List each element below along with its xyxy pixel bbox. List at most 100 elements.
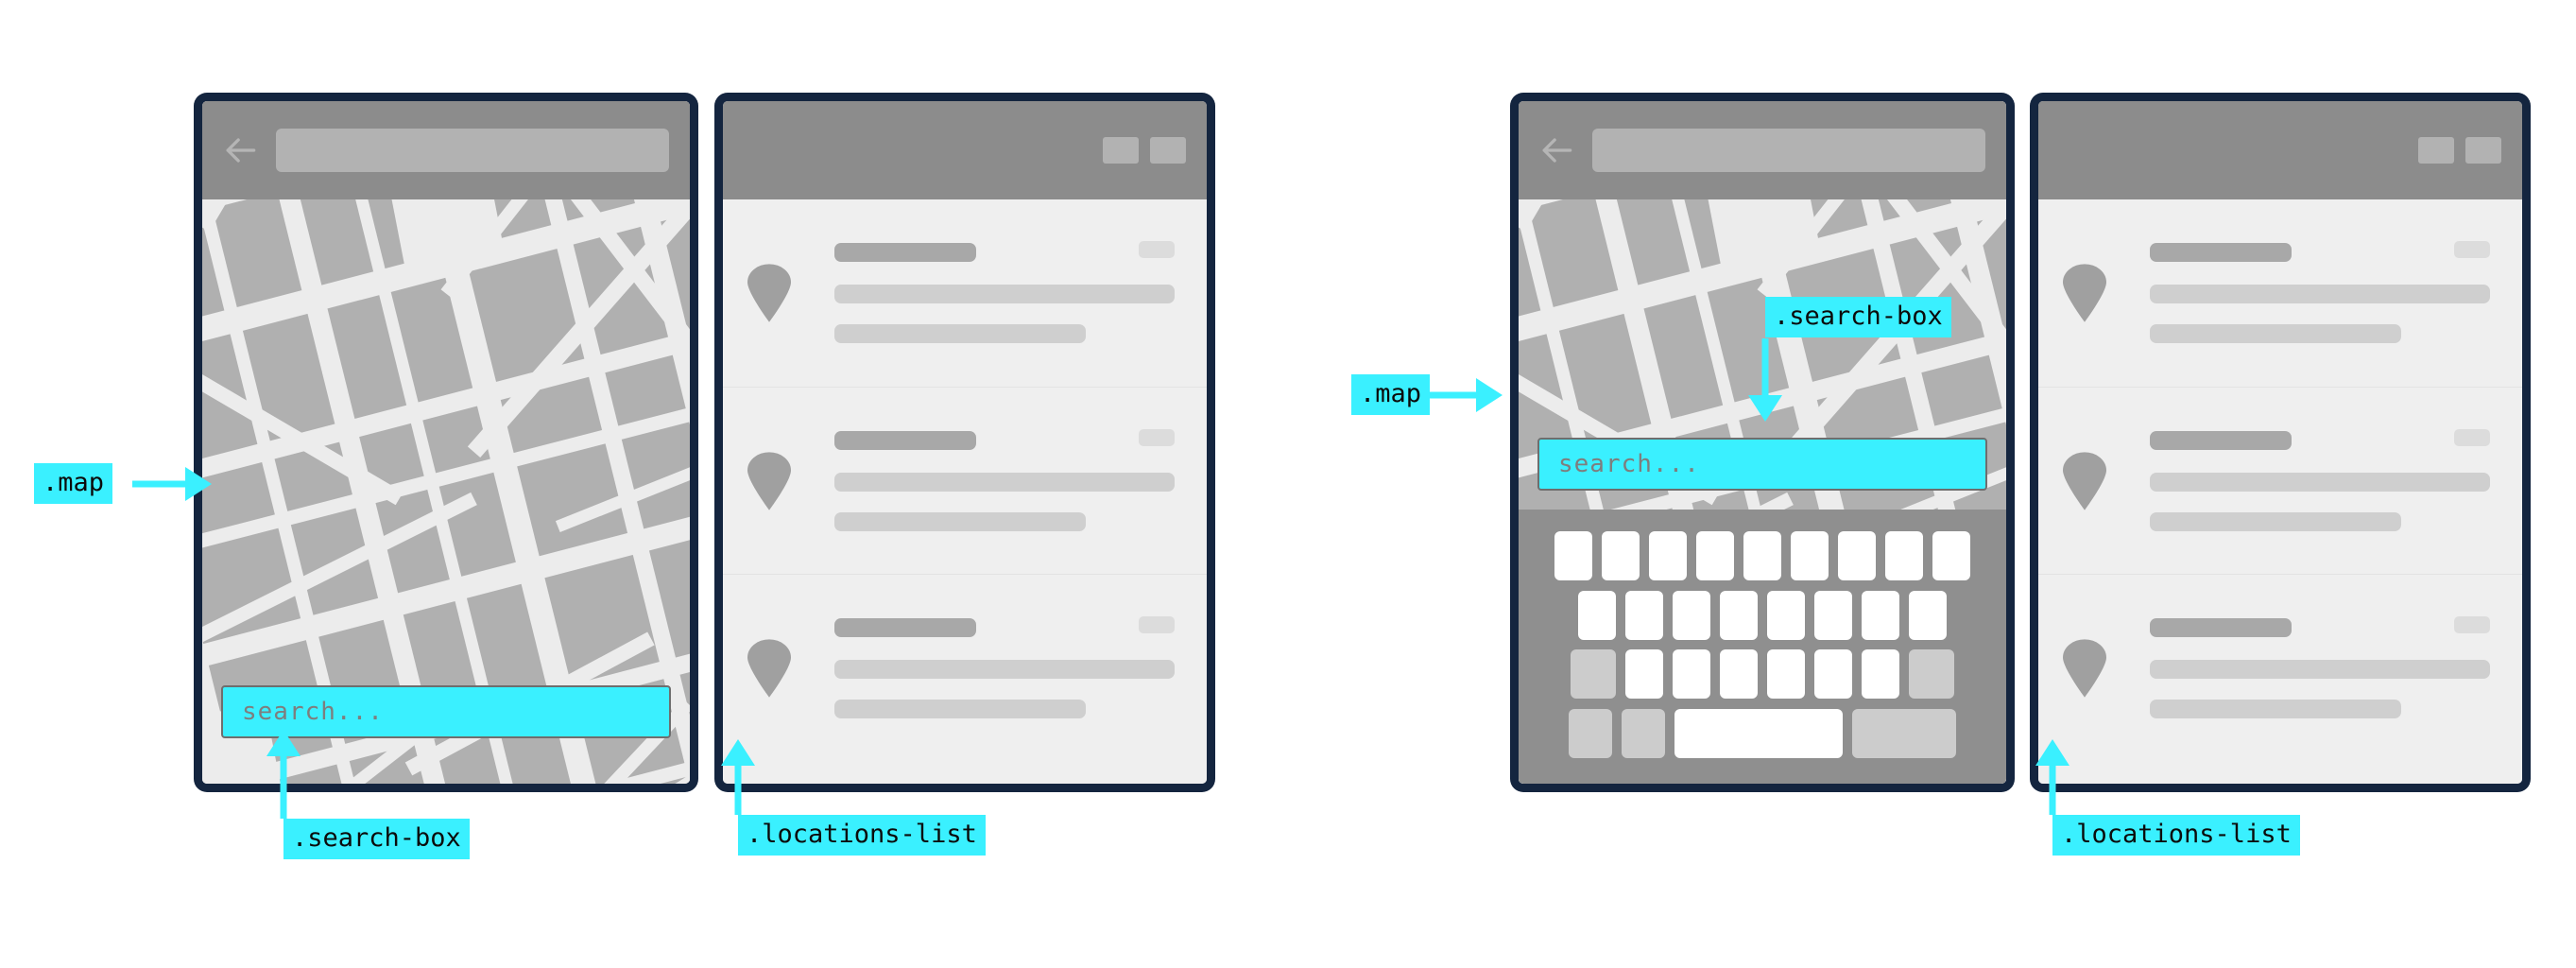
keyboard-key[interactable] <box>1649 530 1687 580</box>
map-pin-icon <box>2063 638 2106 698</box>
status-badge <box>2454 616 2490 633</box>
keyboard-key[interactable] <box>1602 530 1640 580</box>
table-row[interactable] <box>723 574 1207 761</box>
keyboard-key[interactable] <box>1625 649 1663 700</box>
row-skeleton-lines <box>834 430 1175 531</box>
map-panel-right[interactable]: search... <box>1510 93 2015 792</box>
locations-panel-right[interactable] <box>2030 93 2531 792</box>
keyboard-key[interactable] <box>1885 530 1923 580</box>
row-line-2 <box>2150 511 2402 531</box>
row-title-bar <box>2150 243 2292 262</box>
url-bar-right[interactable] <box>1592 129 1985 172</box>
search-placeholder-left: search... <box>242 698 384 726</box>
minimize-button[interactable] <box>2418 137 2454 164</box>
status-badge <box>1139 241 1175 258</box>
keyboard-key[interactable] <box>1696 530 1734 580</box>
keyboard-row-1 <box>1532 530 1993 580</box>
browser-chrome-right <box>1519 101 2006 199</box>
search-placeholder-right: search... <box>1558 450 1700 478</box>
row-line-1 <box>834 659 1175 679</box>
map-canvas-left[interactable] <box>202 101 690 784</box>
keyboard-key[interactable] <box>1743 530 1781 580</box>
arrow-left-icon[interactable] <box>1536 130 1577 171</box>
row-line-1 <box>2150 472 2490 492</box>
search-input-left[interactable]: search... <box>221 685 671 738</box>
backspace-key[interactable] <box>1909 649 1954 700</box>
window-buttons-right <box>2380 101 2522 199</box>
row-line-1 <box>2150 285 2490 303</box>
shift-key[interactable] <box>1571 649 1616 700</box>
keyboard-key[interactable] <box>1814 590 1852 640</box>
locations-panel-left[interactable] <box>714 93 1215 792</box>
keyboard-key[interactable] <box>1578 590 1616 640</box>
row-title-bar <box>834 617 976 637</box>
map-screen-left: search... <box>202 101 690 784</box>
locations-list-right[interactable] <box>2038 199 2522 784</box>
table-row[interactable] <box>2038 387 2522 574</box>
keyboard-key[interactable] <box>1767 649 1805 700</box>
keyboard-key[interactable] <box>1838 530 1876 580</box>
search-input-right[interactable]: search... <box>1537 438 1987 491</box>
keyboard-key[interactable] <box>1909 590 1947 640</box>
keyboard-key[interactable] <box>1554 530 1592 580</box>
keyboard-key[interactable] <box>1862 590 1899 640</box>
row-skeleton-lines <box>834 243 1175 343</box>
keyboard-key[interactable] <box>1720 649 1758 700</box>
keyboard-key[interactable] <box>1862 649 1899 700</box>
keyboard-key[interactable] <box>1932 530 1970 580</box>
table-row[interactable] <box>723 387 1207 574</box>
status-badge <box>1139 429 1175 446</box>
row-line-2 <box>834 324 1087 343</box>
table-row[interactable] <box>2038 574 2522 761</box>
annotation-map-left: .map <box>34 463 113 504</box>
maximize-button[interactable] <box>2465 137 2501 164</box>
map-screen-right: search... <box>1519 101 2006 784</box>
row-line-2 <box>834 511 1087 531</box>
table-row[interactable] <box>723 199 1207 387</box>
row-line-2 <box>2150 699 2402 718</box>
row-title-bar <box>834 243 976 262</box>
enter-key[interactable] <box>1852 709 1956 759</box>
map-pin-icon <box>2063 264 2106 322</box>
annotation-locations-list-left: .locations-list <box>738 815 986 856</box>
row-title-bar <box>2150 617 2292 637</box>
locations-screen-right <box>2038 101 2522 784</box>
url-bar-left[interactable] <box>276 129 669 172</box>
row-title-bar <box>2150 430 2292 450</box>
row-line-2 <box>834 699 1087 718</box>
row-line-1 <box>2150 659 2490 679</box>
map-streets-left <box>202 101 690 784</box>
keyboard-key[interactable] <box>1814 649 1852 700</box>
annotation-search-box-right: .search-box <box>1765 297 1951 337</box>
row-title-bar <box>834 430 976 450</box>
locations-screen-left <box>723 101 1207 784</box>
annotation-locations-list-right: .locations-list <box>2052 815 2300 856</box>
keyboard-key[interactable] <box>1625 590 1663 640</box>
map-panel-left[interactable]: search... <box>194 93 698 792</box>
emoji-key[interactable] <box>1622 709 1665 759</box>
space-key[interactable] <box>1674 709 1843 759</box>
annotation-search-box-left: .search-box <box>283 819 470 859</box>
keyboard-row-4 <box>1532 709 1993 759</box>
map-pin-icon <box>747 638 791 698</box>
mockup-canvas: search... search... .map .search-box .lo… <box>0 0 2576 968</box>
table-row[interactable] <box>2038 199 2522 387</box>
arrow-left-icon[interactable] <box>219 130 261 171</box>
maximize-button[interactable] <box>1150 137 1186 164</box>
window-buttons-left <box>1065 101 1207 199</box>
keyboard-key[interactable] <box>1673 590 1710 640</box>
keyboard-row-2 <box>1532 590 1993 640</box>
virtual-keyboard[interactable] <box>1519 510 2006 784</box>
keyboard-key[interactable] <box>1720 590 1758 640</box>
row-line-2 <box>2150 324 2402 343</box>
keyboard-key[interactable] <box>1791 530 1829 580</box>
keyboard-key[interactable] <box>1767 590 1805 640</box>
minimize-button[interactable] <box>1103 137 1139 164</box>
numeric-key[interactable] <box>1569 709 1612 759</box>
annotation-map-right: .map <box>1351 374 1431 415</box>
locations-list-left[interactable] <box>723 199 1207 784</box>
keyboard-row-3 <box>1532 649 1993 700</box>
map-pin-icon <box>747 451 791 510</box>
keyboard-key[interactable] <box>1673 649 1710 700</box>
row-skeleton-lines <box>2150 243 2490 343</box>
